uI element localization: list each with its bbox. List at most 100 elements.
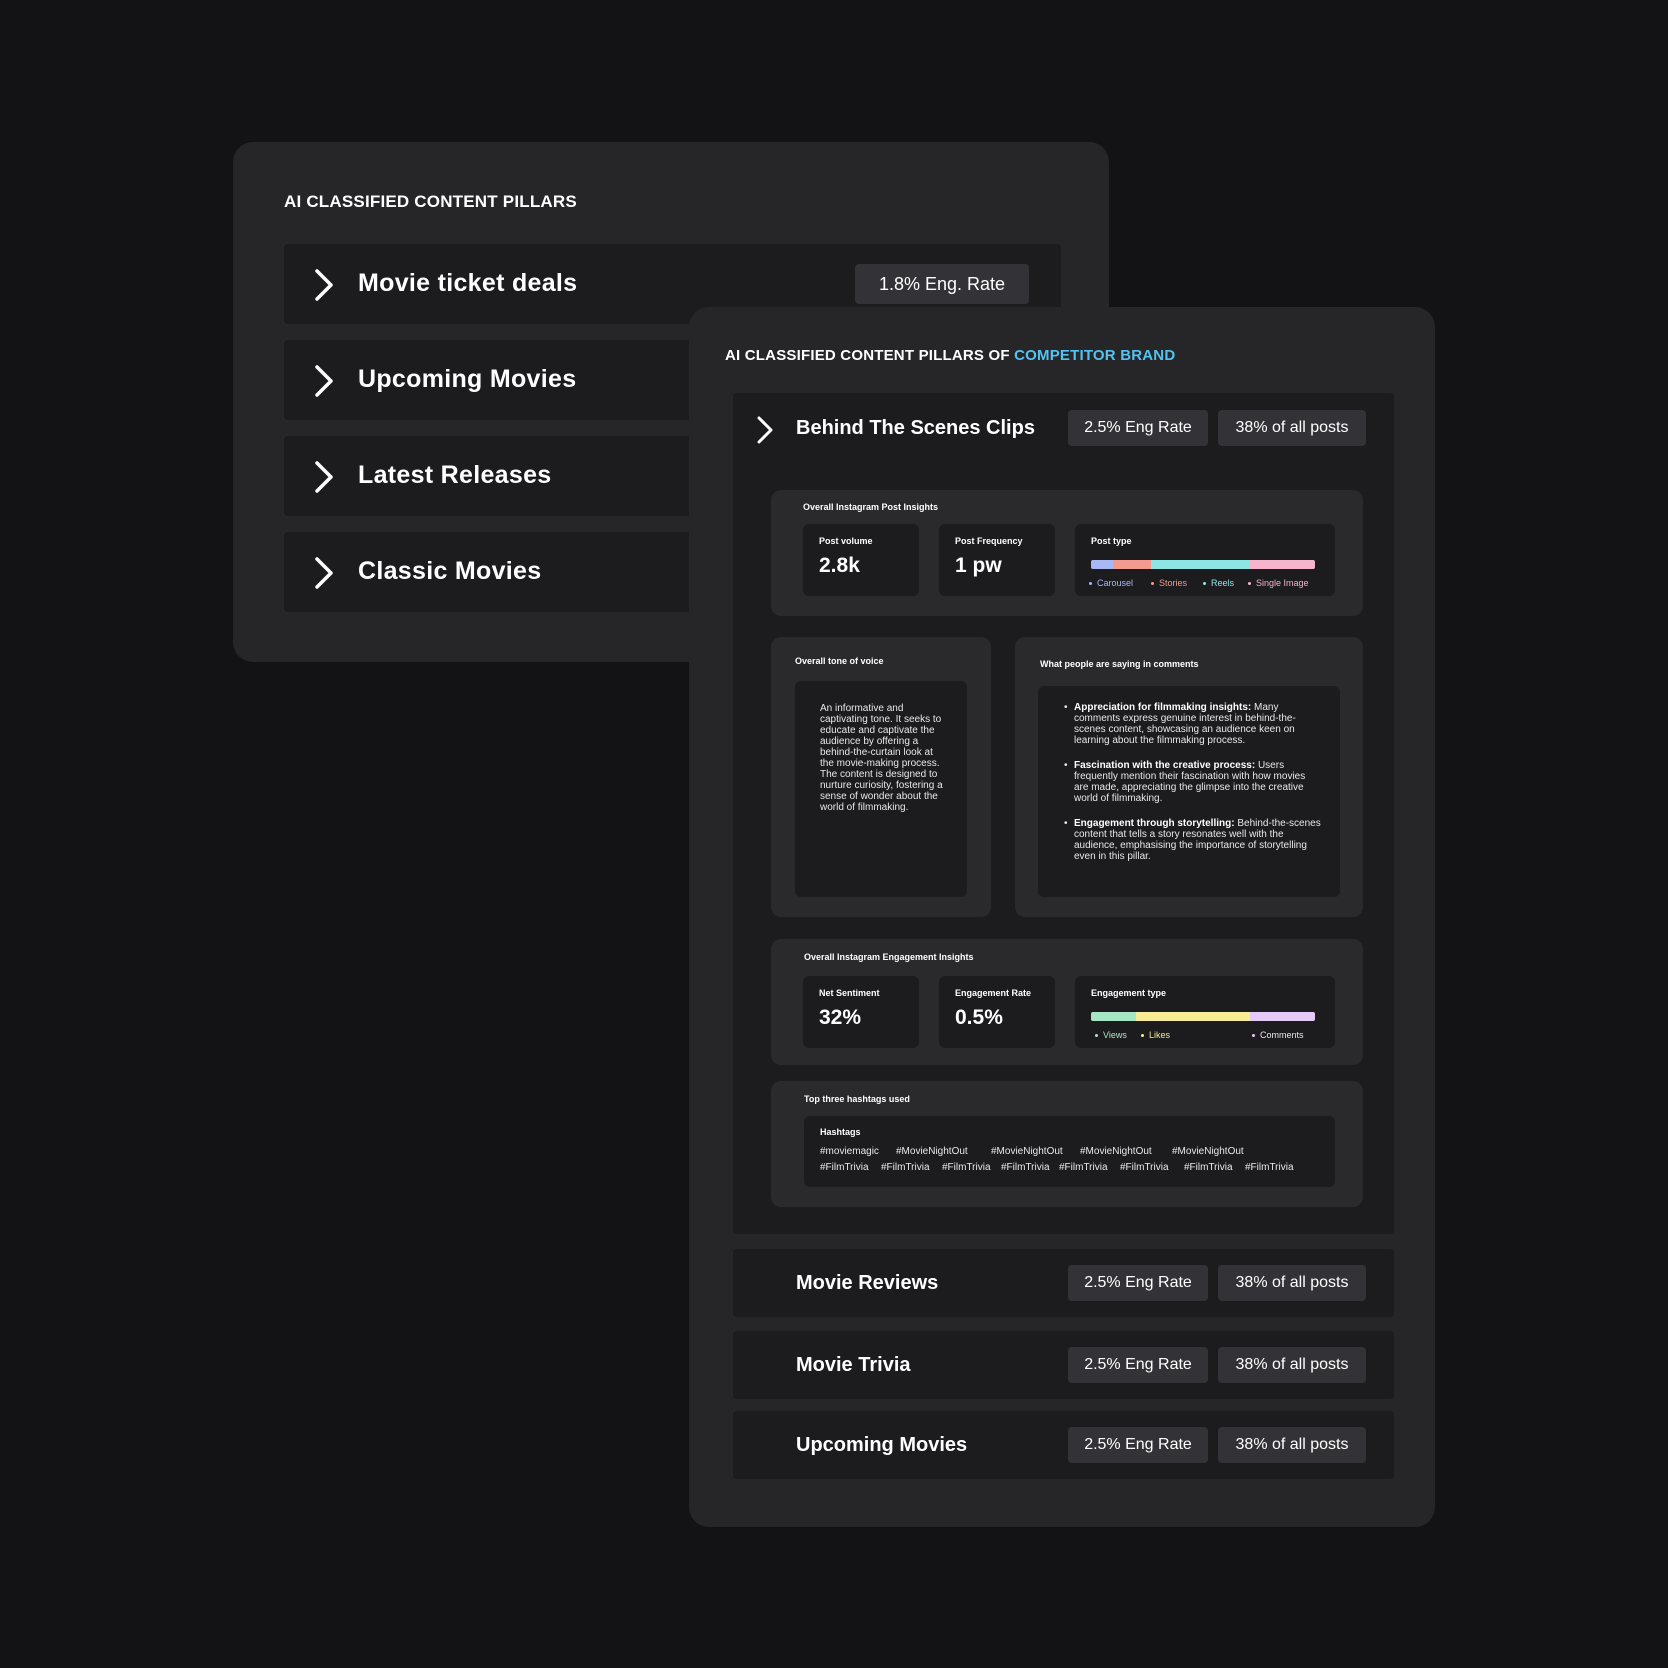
engagement-type-bar (1091, 1012, 1315, 1021)
hashtag: #MovieNightOut (1172, 1146, 1244, 1157)
eng-rate-badge: 2.5% Eng Rate (1068, 1347, 1208, 1383)
legend-stories: Stories (1151, 578, 1187, 588)
comments-section: What people are saying in comments Appre… (1015, 637, 1363, 917)
stat-label: Post Frequency (955, 536, 1023, 546)
stat-value: 2.8k (819, 554, 860, 577)
pillar-label: Movie ticket deals (358, 269, 578, 297)
hashtag: #FilmTrivia (1001, 1162, 1050, 1173)
comments-box: Appreciation for filmmaking insights: Ma… (1038, 686, 1340, 897)
legend-comments: Comments (1252, 1030, 1304, 1040)
section-title: Overall tone of voice (795, 656, 884, 666)
legend-label: Likes (1149, 1030, 1171, 1040)
legend-views: Views (1095, 1030, 1127, 1040)
post-type-card: Post type Carousel Stories Reels Single … (1075, 524, 1335, 596)
pillar-label: Behind The Scenes Clips (796, 417, 1035, 439)
post-share-badge: 38% of all posts (1218, 1347, 1366, 1383)
legend-reels: Reels (1203, 578, 1234, 588)
pillar-row-movie-reviews[interactable]: Movie Reviews 2.5% Eng Rate 38% of all p… (733, 1249, 1394, 1317)
section-title: Overall Instagram Post Insights (803, 502, 939, 512)
legend-label: Single Image (1256, 578, 1309, 588)
legend-label: Carousel (1097, 578, 1134, 588)
stat-label: Engagement Rate (955, 988, 1032, 998)
eng-rate-badge: 2.5% Eng Rate (1068, 1427, 1208, 1463)
legend-label: Comments (1260, 1030, 1304, 1040)
section-title: Top three hashtags used (804, 1094, 910, 1104)
chevron-right-icon (757, 416, 773, 444)
panel-title: AI CLASSIFIED CONTENT PILLARS (284, 192, 577, 211)
chevron-right-icon (315, 269, 333, 301)
hashtag: #FilmTrivia (1245, 1162, 1294, 1173)
hashtags-section: Top three hashtags used Hashtags #moviem… (771, 1081, 1363, 1207)
section-title: Overall Instagram Engagement Insights (804, 952, 974, 962)
post-share-badge: 38% of all posts (1218, 410, 1366, 446)
pillar-label: Movie Trivia (796, 1354, 911, 1376)
pillar-label: Classic Movies (358, 557, 542, 585)
section-title: What people are saying in comments (1040, 659, 1199, 669)
post-frequency-card: Post Frequency 1 pw (939, 524, 1055, 596)
eng-rate-badge: 2.5% Eng Rate (1068, 1265, 1208, 1301)
chevron-right-icon (315, 461, 333, 493)
hashtag: #MovieNightOut (991, 1146, 1063, 1157)
hashtags-box: Hashtags #moviemagic #MovieNightOut #Mov… (804, 1116, 1335, 1187)
pillar-label: Upcoming Movies (796, 1434, 968, 1456)
bar-segment-stories (1113, 560, 1152, 569)
hashtag: #moviemagic (820, 1146, 879, 1157)
legend-dot (1151, 582, 1154, 586)
legend-single-image: Single Image (1248, 578, 1309, 588)
engagement-insights-section: Overall Instagram Engagement Insights Ne… (771, 939, 1363, 1065)
eng-rate-badge: 1.8% Eng. Rate (855, 264, 1029, 304)
panel-title: AI CLASSIFIED CONTENT PILLARS OF COMPETI… (725, 347, 1175, 364)
legend-label: Reels (1211, 578, 1235, 588)
stat-label: Post type (1091, 536, 1132, 546)
post-insights-section: Overall Instagram Post Insights Post vol… (771, 490, 1363, 616)
legend-label: Views (1103, 1030, 1127, 1040)
hashtag: #FilmTrivia (881, 1162, 930, 1173)
legend-carousel: Carousel (1089, 578, 1133, 588)
comments-list: Appreciation for filmmaking insights: Ma… (1064, 702, 1322, 876)
legend-dot (1141, 1034, 1144, 1038)
comment-insight: Fascination with the creative process: U… (1064, 760, 1322, 804)
bar-segment-single-image (1250, 560, 1315, 569)
tone-of-voice-section: Overall tone of voice An informative and… (771, 637, 991, 917)
stat-value: 32% (819, 1006, 862, 1029)
stat-label: Net Sentiment (819, 988, 880, 998)
post-share-badge: 38% of all posts (1218, 1427, 1366, 1463)
tone-text-box: An informative and captivating tone. It … (795, 681, 967, 897)
hashtag: #FilmTrivia (1120, 1162, 1169, 1173)
bar-segment-comments (1250, 1012, 1315, 1021)
legend-likes: Likes (1141, 1030, 1170, 1040)
bar-segment-carousel (1091, 560, 1114, 569)
competitor-pillars-panel: AI CLASSIFIED CONTENT PILLARS OF COMPETI… (689, 307, 1435, 1527)
pillar-row-movie-trivia[interactable]: Movie Trivia 2.5% Eng Rate 38% of all po… (733, 1331, 1394, 1399)
bar-segment-views (1091, 1012, 1136, 1021)
stat-value: 0.5% (955, 1006, 1003, 1029)
hashtag: #MovieNightOut (896, 1146, 968, 1157)
tone-description: An informative and captivating tone. It … (820, 703, 943, 813)
chevron-right-icon (315, 365, 333, 397)
post-share-badge: 38% of all posts (1218, 1265, 1366, 1301)
engagement-rate-card: Engagement Rate 0.5% (939, 976, 1055, 1048)
insight-heading: Appreciation for filmmaking insights: (1074, 702, 1252, 713)
insight-heading: Engagement through storytelling: (1074, 818, 1235, 829)
hashtag: #FilmTrivia (1059, 1162, 1108, 1173)
pillar-label: Upcoming Movies (358, 365, 577, 393)
hashtag: #FilmTrivia (942, 1162, 991, 1173)
eng-rate-badge: 2.5% Eng Rate (1068, 410, 1208, 446)
pillar-label: Latest Releases (358, 461, 552, 489)
hashtag: #FilmTrivia (1184, 1162, 1233, 1173)
bar-segment-reels (1151, 560, 1251, 569)
stat-label: Engagement type (1091, 988, 1167, 998)
legend-dot (1252, 1034, 1255, 1038)
comment-insight: Appreciation for filmmaking insights: Ma… (1064, 702, 1322, 746)
legend-dot (1089, 582, 1092, 586)
hashtag: #FilmTrivia (820, 1162, 869, 1173)
stat-label: Post volume (819, 536, 873, 546)
title-accent: COMPETITOR BRAND (1014, 347, 1176, 364)
legend-label: Stories (1159, 578, 1188, 588)
pillar-row-upcoming-movies[interactable]: Upcoming Movies 2.5% Eng Rate 38% of all… (733, 1411, 1394, 1479)
post-volume-card: Post volume 2.8k (803, 524, 919, 596)
legend-dot (1248, 582, 1251, 586)
pillar-label: Movie Reviews (796, 1272, 939, 1294)
post-type-bar (1091, 560, 1315, 569)
pillar-expanded-behind-the-scenes: Behind The Scenes Clips 2.5% Eng Rate 38… (733, 393, 1394, 1234)
